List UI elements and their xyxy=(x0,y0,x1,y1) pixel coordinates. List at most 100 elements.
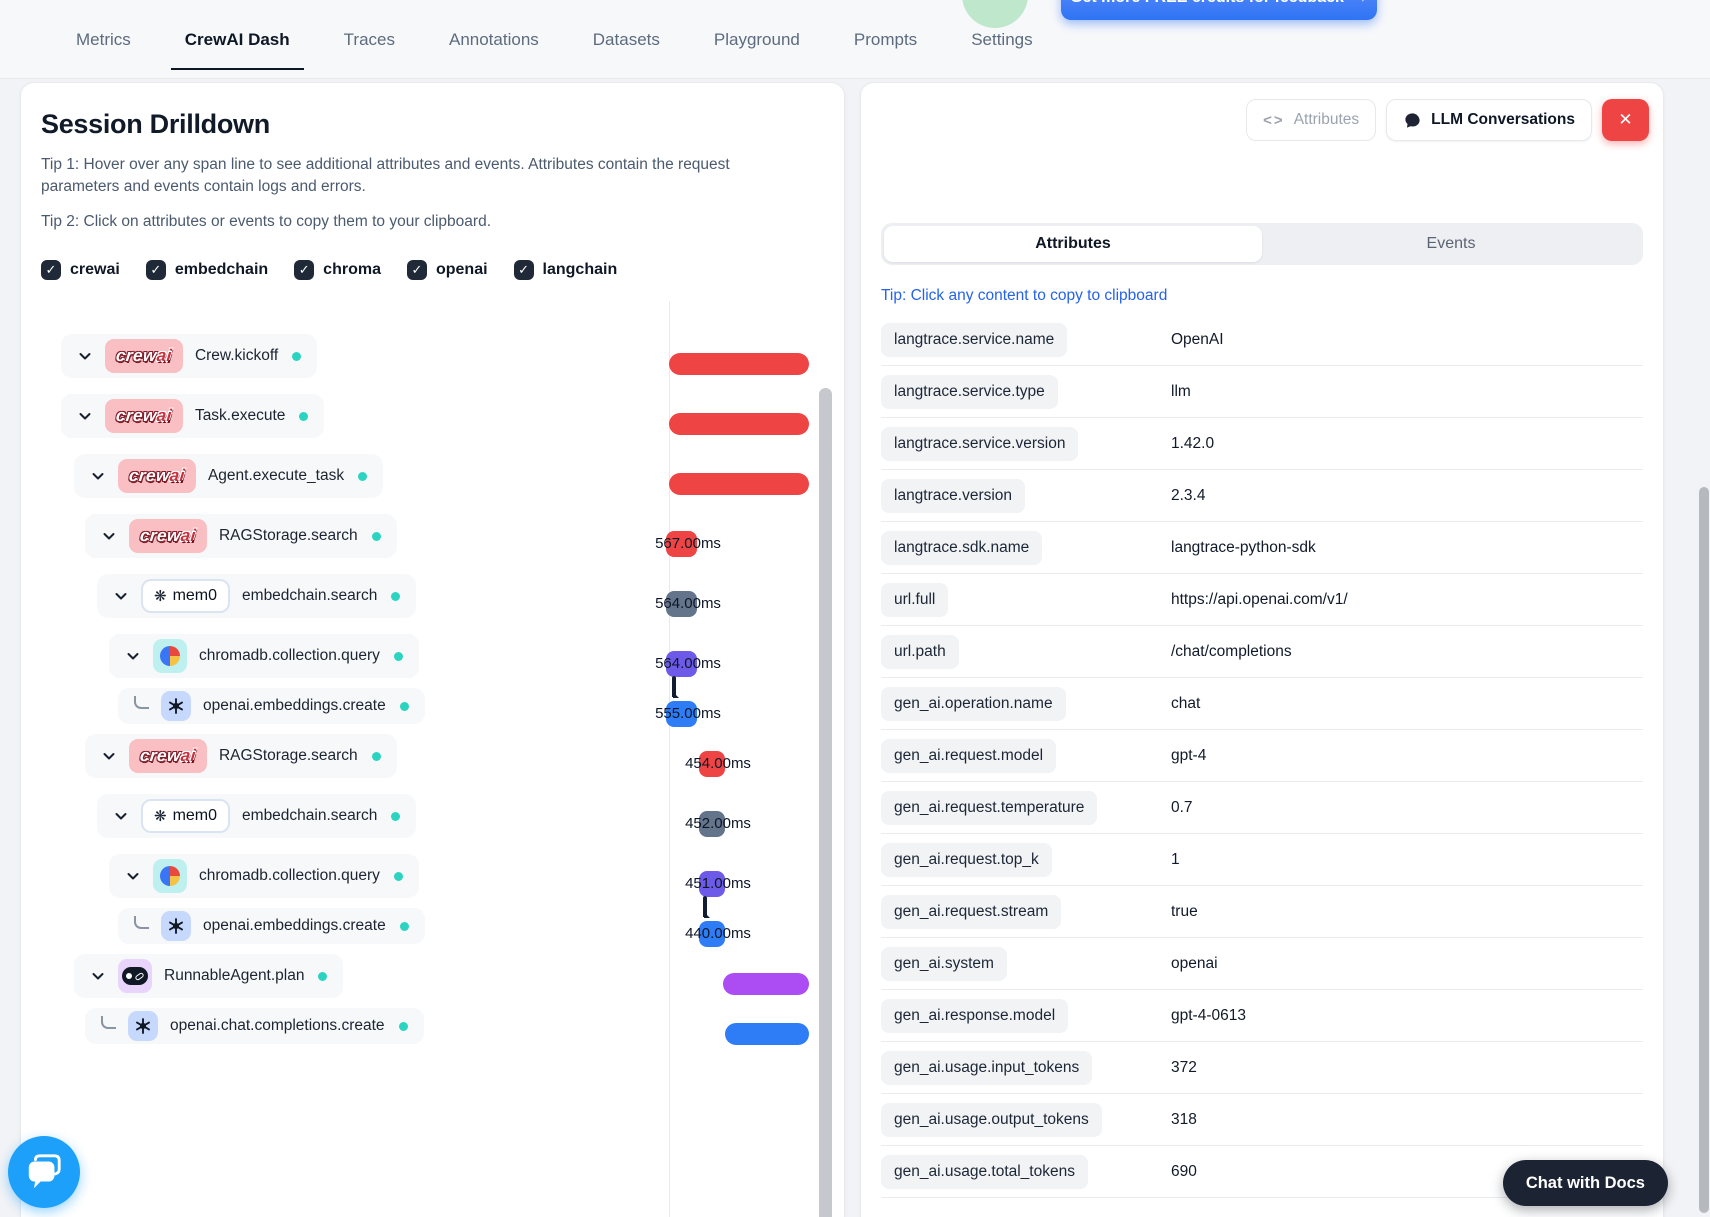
span-row-openai-chat-completions[interactable]: openai.chat.completions.create xyxy=(85,1008,424,1045)
attr-row[interactable]: gen_ai.usage.input_tokens 372 xyxy=(881,1042,1643,1094)
span-row-runnableagent-plan[interactable]: RunnableAgent.plan xyxy=(74,954,344,999)
attr-row[interactable]: gen_ai.request.model gpt-4 xyxy=(881,730,1643,782)
close-button[interactable]: ✕ xyxy=(1602,99,1649,141)
attr-row[interactable]: gen_ai.operation.name chat xyxy=(881,678,1643,730)
attr-value[interactable]: 1 xyxy=(1171,851,1180,869)
attr-key[interactable]: gen_ai.operation.name xyxy=(881,686,1066,721)
attr-row[interactable]: gen_ai.usage.output_tokens 318 xyxy=(881,1094,1643,1146)
attributes-json-button[interactable]: <> Attributes xyxy=(1246,99,1377,141)
span-row-ragstorage-search-2[interactable]: crewai RAGStorage.search xyxy=(85,734,397,779)
span-row-ragstorage-search[interactable]: crewai RAGStorage.search xyxy=(85,514,397,559)
span-row-openai-embeddings-2[interactable]: openai.embeddings.create xyxy=(118,908,425,945)
chat-widget-button[interactable] xyxy=(8,1136,80,1208)
tab-annotations[interactable]: Annotations xyxy=(435,30,553,78)
attr-key[interactable]: langtrace.version xyxy=(881,478,1026,513)
crewai-checkbox[interactable]: ✓ xyxy=(41,260,61,281)
attr-key[interactable]: langtrace.service.name xyxy=(881,322,1068,357)
attr-key[interactable]: gen_ai.request.top_k xyxy=(881,842,1052,877)
langchain-checkbox[interactable]: ✓ xyxy=(513,260,534,281)
span-row-embedchain-search[interactable]: ❋ mem0 embedchain.search xyxy=(97,574,417,619)
attr-value[interactable]: OpenAI xyxy=(1171,331,1224,349)
tab-datasets[interactable]: Datasets xyxy=(579,30,674,78)
attr-row[interactable]: gen_ai.request.stream true xyxy=(881,886,1643,938)
span-bar-openai-chat-completions[interactable] xyxy=(725,1023,809,1045)
attr-value[interactable]: 372 xyxy=(1171,1059,1197,1077)
attr-key[interactable]: langtrace.service.type xyxy=(881,374,1058,409)
attr-value[interactable]: langtrace-python-sdk xyxy=(1171,539,1316,557)
attr-key[interactable]: gen_ai.request.temperature xyxy=(881,790,1098,825)
attr-key[interactable]: gen_ai.request.model xyxy=(881,738,1057,773)
tab-playground[interactable]: Playground xyxy=(700,30,814,78)
tab-prompts[interactable]: Prompts xyxy=(840,30,931,78)
span-bar-agent-execute-task[interactable] xyxy=(669,473,809,495)
page-scrollbar[interactable] xyxy=(1699,487,1709,1213)
chevron-down-icon[interactable] xyxy=(125,868,141,884)
chevron-down-icon[interactable] xyxy=(113,588,129,604)
attr-value[interactable]: openai xyxy=(1171,955,1218,973)
span-row-embedchain-search-2[interactable]: ❋ mem0 embedchain.search xyxy=(97,794,417,839)
attr-value[interactable]: /chat/completions xyxy=(1171,643,1292,661)
chroma-checkbox[interactable]: ✓ xyxy=(294,260,315,281)
chevron-down-icon[interactable] xyxy=(113,808,129,824)
embedchain-checkbox[interactable]: ✓ xyxy=(145,260,166,281)
chevron-down-icon[interactable] xyxy=(77,348,93,364)
attr-key[interactable]: langtrace.service.version xyxy=(881,426,1079,461)
attr-key[interactable]: gen_ai.request.stream xyxy=(881,894,1062,929)
attr-row[interactable]: langtrace.service.version 1.42.0 xyxy=(881,418,1643,470)
attr-value[interactable]: chat xyxy=(1171,695,1200,713)
chevron-down-icon[interactable] xyxy=(101,528,117,544)
span-row-crew-kickoff[interactable]: crewai Crew.kickoff xyxy=(61,334,318,379)
tab-metrics[interactable]: Metrics xyxy=(62,30,145,78)
attr-value[interactable]: https://api.openai.com/v1/ xyxy=(1171,591,1348,609)
attr-key[interactable]: url.path xyxy=(881,634,959,669)
attr-key[interactable]: gen_ai.usage.total_tokens xyxy=(881,1154,1088,1189)
span-row-agent-execute-task[interactable]: crewai Agent.execute_task xyxy=(74,454,384,499)
attr-key[interactable]: langtrace.sdk.name xyxy=(881,530,1043,565)
chevron-down-icon[interactable] xyxy=(90,468,106,484)
attr-row[interactable]: url.path/chat/completions xyxy=(881,626,1643,678)
chevron-down-icon[interactable] xyxy=(101,748,117,764)
attr-value[interactable]: 1.42.0 xyxy=(1171,435,1214,453)
span-row-task-execute[interactable]: crewai Task.execute xyxy=(61,394,325,439)
span-row-chromadb-query[interactable]: chromadb.collection.query xyxy=(109,634,419,679)
attr-row[interactable]: langtrace.service.name OpenAI xyxy=(881,314,1643,366)
tree-scrollbar[interactable] xyxy=(819,388,832,1217)
chevron-down-icon[interactable] xyxy=(77,408,93,424)
attr-row[interactable]: langtrace.sdk.name langtrace-python-sdk xyxy=(881,522,1643,574)
span-bar-task-execute[interactable] xyxy=(669,413,809,435)
llm-conversations-button[interactable]: LLM Conversations xyxy=(1386,99,1592,141)
tab-settings[interactable]: Settings xyxy=(957,30,1046,78)
chat-with-docs-button[interactable]: Chat with Docs xyxy=(1502,1160,1668,1206)
attr-row[interactable]: langtrace.service.type llm xyxy=(881,366,1643,418)
tab-attributes[interactable]: Attributes xyxy=(884,226,1262,262)
span-bar-crew-kickoff[interactable] xyxy=(669,353,809,375)
attr-value[interactable]: 690 xyxy=(1171,1163,1197,1181)
span-bar-runnableagent-plan[interactable] xyxy=(723,973,809,995)
attr-row[interactable]: gen_ai.response.model gpt-4-0613 xyxy=(881,990,1643,1042)
attr-key[interactable]: gen_ai.response.model xyxy=(881,998,1069,1033)
chevron-down-icon[interactable] xyxy=(125,648,141,664)
openai-checkbox[interactable]: ✓ xyxy=(406,260,427,281)
attr-value[interactable]: 318 xyxy=(1171,1111,1197,1129)
attr-row[interactable]: gen_ai.request.top_k 1 xyxy=(881,834,1643,886)
span-row-openai-embeddings[interactable]: openai.embeddings.create xyxy=(118,688,425,725)
chevron-down-icon[interactable] xyxy=(90,968,106,984)
tab-crewai-dash[interactable]: CrewAI Dash xyxy=(170,30,304,78)
attr-value[interactable]: gpt-4-0613 xyxy=(1171,1007,1246,1025)
free-credits-button[interactable]: Get more FREE credits for feedback → xyxy=(1061,0,1377,20)
attr-value[interactable]: 0.7 xyxy=(1171,799,1193,817)
attr-key[interactable]: gen_ai.system xyxy=(881,946,1007,981)
attr-row[interactable]: langtrace.version 2.3.4 xyxy=(881,470,1643,522)
attr-value[interactable]: true xyxy=(1171,903,1198,921)
attr-value[interactable]: llm xyxy=(1171,383,1191,401)
attr-row[interactable]: url.full https://api.openai.com/v1/ xyxy=(881,574,1643,626)
span-row-chromadb-query-2[interactable]: chromadb.collection.query xyxy=(109,854,419,899)
copy-tip-link[interactable]: Tip: Click any content to copy to clipbo… xyxy=(881,287,1643,305)
attr-row[interactable]: gen_ai.request.temperature 0.7 xyxy=(881,782,1643,834)
attr-row[interactable]: gen_ai.system openai xyxy=(881,938,1643,990)
attr-key[interactable]: url.full xyxy=(881,582,949,617)
attr-value[interactable]: gpt-4 xyxy=(1171,747,1206,765)
attr-key[interactable]: gen_ai.usage.output_tokens xyxy=(881,1102,1102,1137)
attr-key[interactable]: gen_ai.usage.input_tokens xyxy=(881,1050,1093,1085)
tab-events[interactable]: Events xyxy=(1262,226,1640,262)
